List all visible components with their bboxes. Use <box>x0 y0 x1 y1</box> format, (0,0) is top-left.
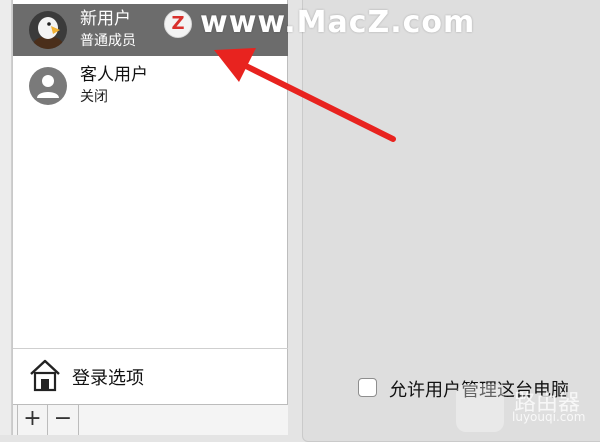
house-icon <box>27 357 63 393</box>
watermark-text: www.MacZ.com <box>200 5 476 40</box>
corner-watermark-subtext: luyouqi.com <box>512 410 586 424</box>
add-user-button[interactable]: + <box>17 405 48 435</box>
allow-admin-checkbox[interactable] <box>358 378 377 397</box>
watermark-logo-icon: Z <box>164 10 192 38</box>
user-details-panel <box>288 0 600 442</box>
person-icon <box>29 67 67 105</box>
login-options-label: 登录选项 <box>72 368 144 389</box>
guest-status: 关闭 <box>80 89 108 105</box>
users-sidebar: 新用户 普通成员 客人用户 关闭 登录选项 + − <box>12 0 288 435</box>
window-edge-strip <box>0 0 12 435</box>
user-row-guest[interactable]: 客人用户 关闭 <box>13 60 288 112</box>
login-options-item[interactable]: 登录选项 <box>13 348 288 404</box>
remove-user-button[interactable]: − <box>48 405 79 435</box>
eagle-avatar-icon <box>29 11 67 49</box>
user-list-toolbar: + − <box>13 404 288 435</box>
corner-watermark-logo-icon <box>456 384 504 432</box>
user-role: 普通成员 <box>80 33 136 49</box>
user-name: 新用户 <box>80 9 131 29</box>
guest-name: 客人用户 <box>80 65 148 85</box>
